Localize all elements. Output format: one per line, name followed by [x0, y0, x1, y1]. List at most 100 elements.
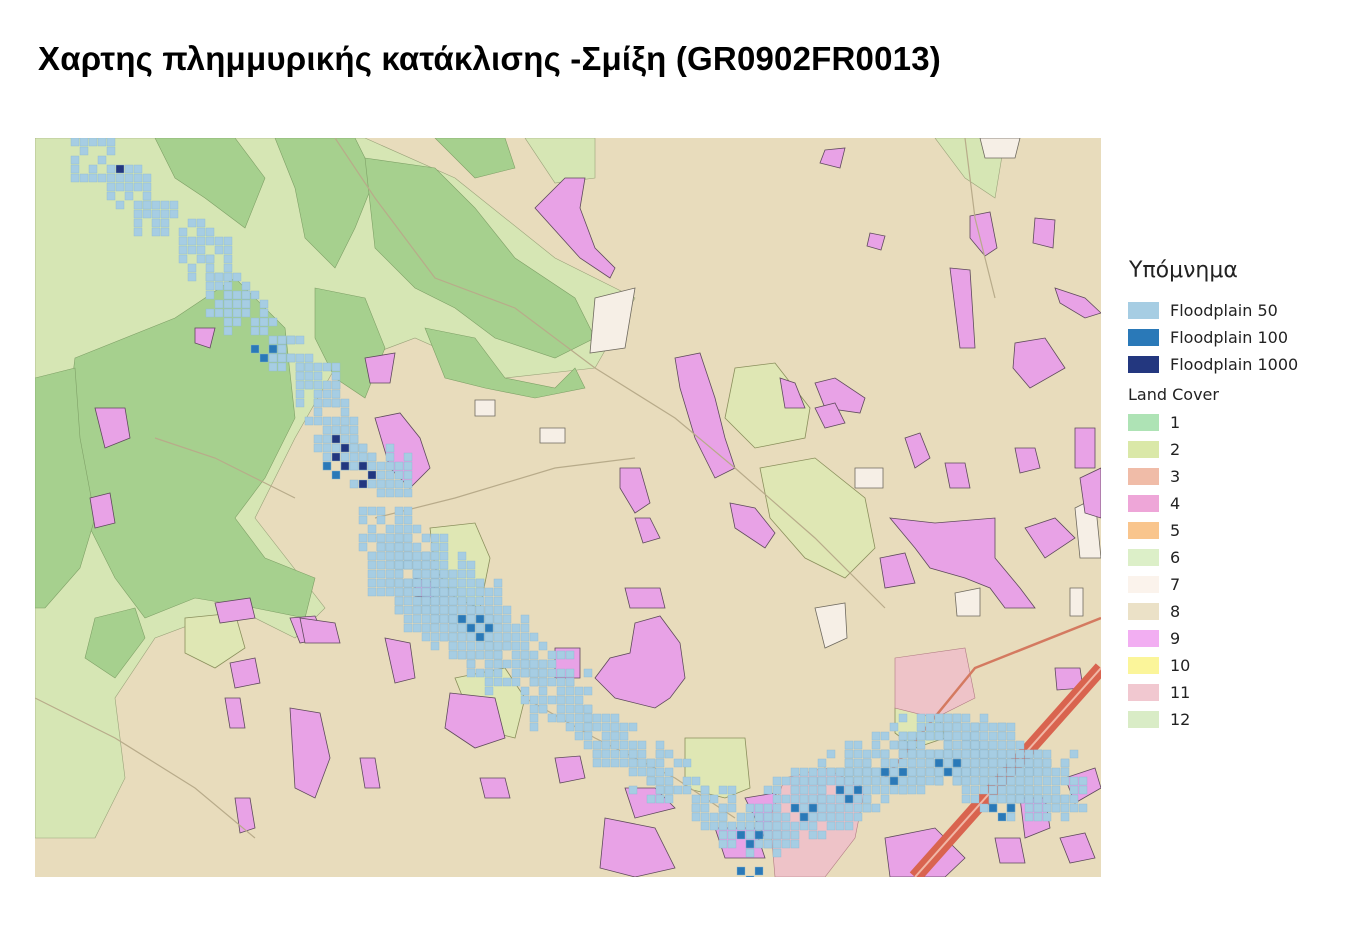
floodplain-50-cell — [709, 794, 719, 804]
floodplain-50-cell — [196, 218, 206, 228]
flood-legend-label: Floodplain 1000 — [1170, 355, 1299, 374]
floodplain-50-cell — [844, 758, 854, 768]
floodplain-50-cell — [961, 722, 971, 732]
floodplain-50-cell — [862, 749, 872, 759]
floodplain-50-cell — [934, 731, 944, 741]
floodplain-50-cell — [502, 659, 512, 669]
floodplain-50-cell — [331, 425, 341, 435]
floodplain-50-cell — [745, 830, 755, 840]
floodplain-50-cell — [97, 138, 107, 147]
floodplain-50-cell — [331, 398, 341, 408]
floodplain-50-cell — [853, 803, 863, 813]
floodplain-50-cell — [439, 551, 449, 561]
floodplain-50-cell — [817, 794, 827, 804]
floodplain-50-cell — [502, 677, 512, 687]
floodplain-50-cell — [394, 524, 404, 534]
floodplain-50-cell — [979, 785, 989, 795]
floodplain-50-cell — [637, 767, 647, 777]
floodplain-50-cell — [367, 506, 377, 516]
floodplain-50-cell — [808, 794, 818, 804]
floodplain-50-cell — [88, 164, 98, 174]
floodplain-50-cell — [799, 794, 809, 804]
floodplain-50-cell — [655, 758, 665, 768]
floodplain-50-cell — [295, 380, 305, 390]
floodplain-50-cell — [520, 641, 530, 651]
floodplain-50-cell — [223, 254, 233, 264]
floodplain-50-cell — [853, 749, 863, 759]
floodplain-50-cell — [1015, 740, 1025, 750]
floodplain-50-cell — [988, 749, 998, 759]
floodplain-50-cell — [421, 596, 431, 606]
floodplain-50-cell — [601, 749, 611, 759]
floodplain-50-cell — [214, 236, 224, 246]
floodplain-50-cell — [106, 164, 116, 174]
floodplain-50-cell — [484, 605, 494, 615]
floodplain-50-cell — [286, 335, 296, 345]
landcover-legend-label: 7 — [1170, 575, 1181, 594]
floodplain-50-cell — [1033, 749, 1043, 759]
floodplain-1000-cell — [358, 461, 368, 471]
floodplain-50-cell — [682, 785, 692, 795]
agri-patch — [89, 492, 116, 529]
floodplain-50-cell — [106, 173, 116, 183]
floodplain-50-cell — [754, 803, 764, 813]
floodplain-50-cell — [970, 794, 980, 804]
floodplain-50-cell — [268, 317, 278, 327]
floodplain-50-cell — [493, 668, 503, 678]
floodplain-50-cell — [502, 605, 512, 615]
floodplain-50-cell — [817, 776, 827, 786]
floodplain-100-cell — [808, 803, 818, 813]
floodplain-50-cell — [898, 731, 908, 741]
floodplain-50-cell — [907, 767, 917, 777]
floodplain-50-cell — [205, 227, 215, 237]
flood-map[interactable] — [35, 138, 1101, 877]
floodplain-50-cell — [1006, 731, 1016, 741]
floodplain-50-cell — [538, 695, 548, 705]
floodplain-50-cell — [862, 785, 872, 795]
floodplain-50-cell — [421, 623, 431, 633]
floodplain-50-cell — [1015, 776, 1025, 786]
floodplain-50-cell — [592, 713, 602, 723]
floodplain-50-cell — [970, 785, 980, 795]
floodplain-50-cell — [970, 749, 980, 759]
floodplain-50-cell — [331, 380, 341, 390]
floodplain-50-cell — [925, 758, 935, 768]
floodplain-50-cell — [124, 191, 134, 201]
landcover-legend-swatch — [1128, 684, 1159, 701]
floodplain-50-cell — [790, 776, 800, 786]
floodplain-50-cell — [745, 848, 755, 858]
floodplain-50-cell — [1015, 749, 1025, 759]
floodplain-50-cell — [322, 380, 332, 390]
floodplain-50-cell — [907, 731, 917, 741]
floodplain-50-cell — [205, 290, 215, 300]
floodplain-50-cell — [430, 578, 440, 588]
floodplain-50-cell — [259, 317, 269, 327]
agri-patch — [229, 657, 261, 689]
floodplain-50-cell — [556, 686, 566, 696]
legend-flood-list: Floodplain 50 Floodplain 100 Floodplain 10… — [1128, 297, 1338, 378]
floodplain-50-cell — [574, 731, 584, 741]
floodplain-100-cell — [268, 344, 278, 354]
floodplain-50-cell — [529, 668, 539, 678]
floodplain-50-cell — [871, 749, 881, 759]
floodplain-50-cell — [1033, 767, 1043, 777]
floodplain-50-cell — [826, 776, 836, 786]
floodplain-50-cell — [961, 749, 971, 759]
floodplain-1000-cell — [331, 452, 341, 462]
floodplain-50-cell — [844, 812, 854, 822]
floodplain-50-cell — [394, 488, 404, 498]
floodplain-50-cell — [907, 785, 917, 795]
flood-legend-row: Floodplain 100 — [1128, 324, 1338, 351]
floodplain-100-cell — [322, 461, 332, 471]
floodplain-50-cell — [133, 209, 143, 219]
floodplain-50-cell — [394, 560, 404, 570]
floodplain-50-cell — [997, 758, 1007, 768]
floodplain-50-cell — [511, 623, 521, 633]
floodplain-50-cell — [466, 641, 476, 651]
floodplain-50-cell — [754, 821, 764, 831]
floodplain-50-cell — [826, 794, 836, 804]
floodplain-50-cell — [835, 803, 845, 813]
legend-landcover-title: Land Cover — [1128, 384, 1219, 404]
floodplain-50-cell — [403, 506, 413, 516]
village-area — [684, 737, 751, 799]
